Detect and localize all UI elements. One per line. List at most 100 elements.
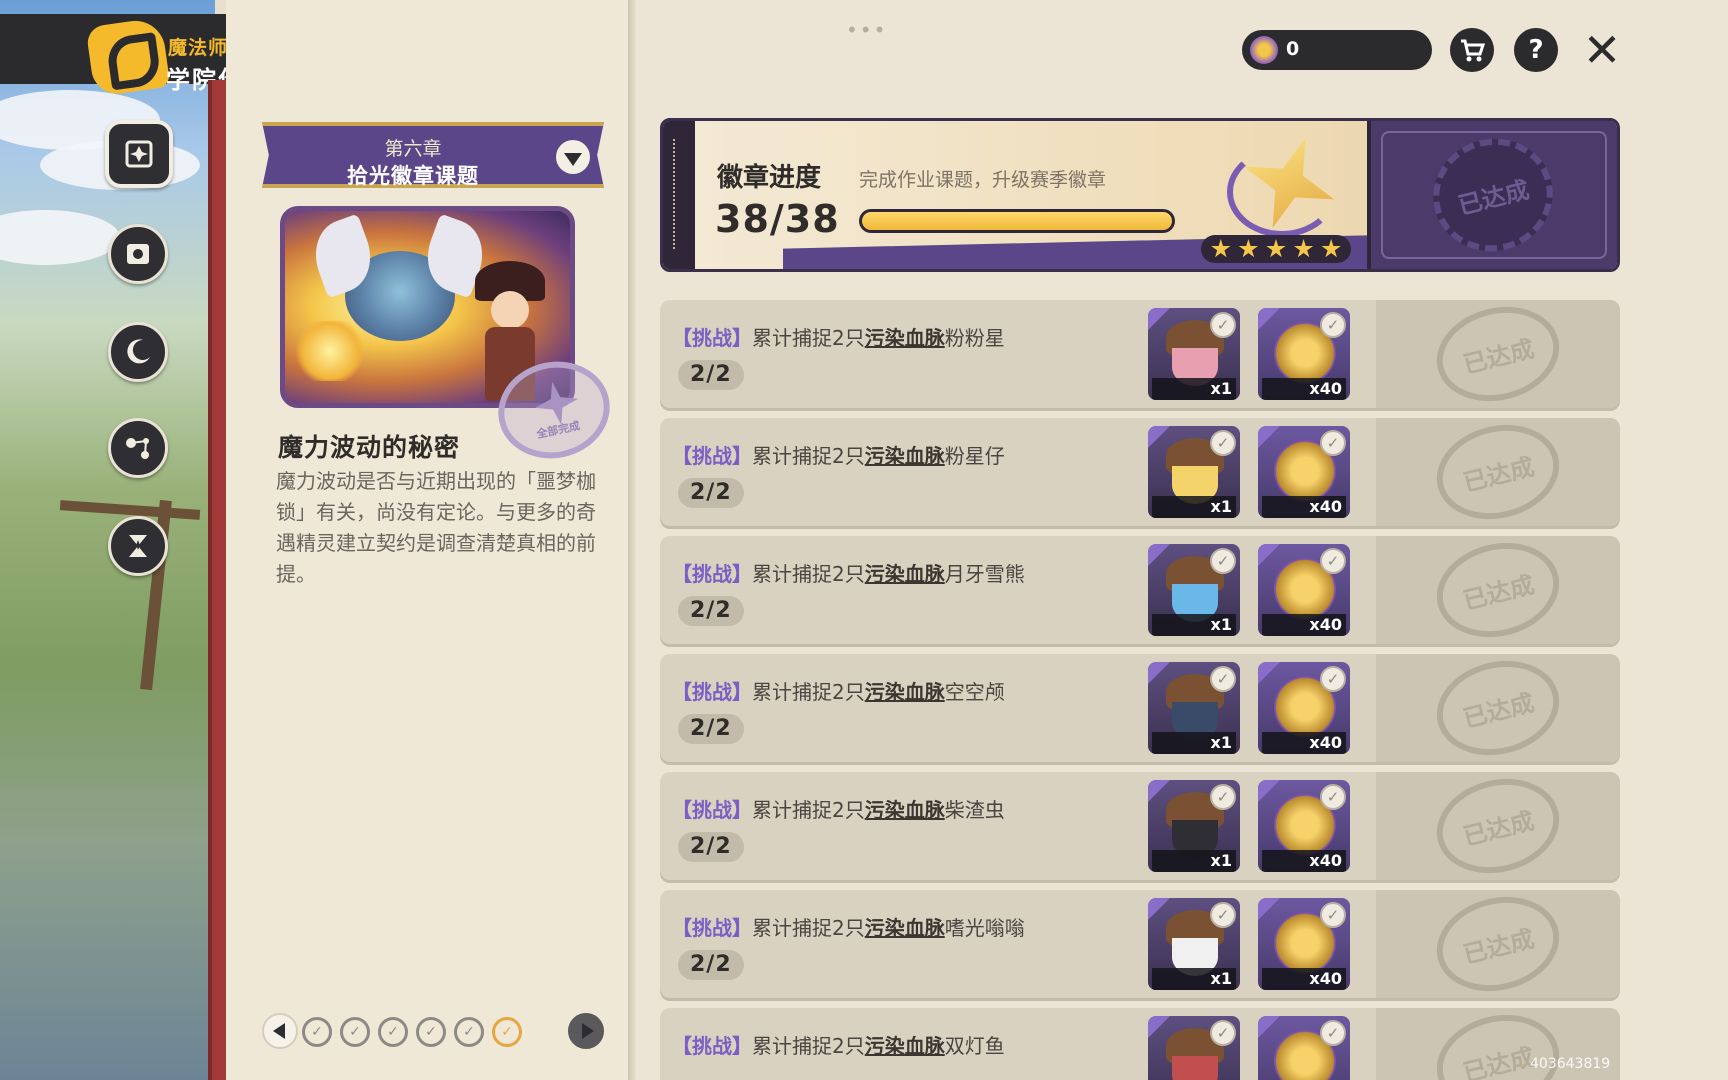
- badge-reward-slot[interactable]: 已达成: [1367, 121, 1617, 269]
- task-prefix: 累计捕捉2只: [752, 444, 865, 468]
- check-icon: ✓: [1210, 666, 1236, 692]
- badge-progress-fill: [862, 212, 1172, 230]
- badge-book-icon: [125, 140, 153, 168]
- task-tag: 【挑战】: [672, 326, 752, 350]
- task-progress: 2/2: [678, 360, 744, 390]
- nav-star-hourglass[interactable]: [108, 516, 168, 576]
- reward-coin[interactable]: ✓ x40: [1258, 898, 1350, 990]
- page-dot-check-icon[interactable]: ✓: [378, 1017, 408, 1047]
- chevron-down-icon[interactable]: [556, 140, 590, 174]
- task-status-area: 已达成: [1376, 294, 1620, 414]
- reward-acorn[interactable]: ✓ x1: [1148, 544, 1240, 636]
- logo-icon: [85, 17, 171, 97]
- page-dot-check-icon[interactable]: ✓: [416, 1017, 446, 1047]
- task-tag: 【挑战】: [672, 916, 752, 940]
- constellation-icon: [126, 438, 149, 459]
- reward-quantity: x40: [1262, 732, 1346, 754]
- badge-progress-count: 38/38: [715, 197, 840, 241]
- achieved-stamp-label: 已达成: [1460, 924, 1537, 969]
- task-tag: 【挑战】: [672, 562, 752, 586]
- reward-coin[interactable]: ✓ x40: [1258, 780, 1350, 872]
- shop-button[interactable]: [1450, 28, 1494, 72]
- page-dot-check-icon[interactable]: ✓: [340, 1017, 370, 1047]
- chapter-pager: ✓ ✓ ✓ ✓ ✓ ✓: [262, 1013, 612, 1053]
- achieved-stamp-label: 已达成: [1460, 688, 1537, 733]
- task-prefix: 累计捕捉2只: [752, 916, 865, 940]
- reward-coin[interactable]: ✓ x40: [1258, 662, 1350, 754]
- nav-star-moon[interactable]: [108, 322, 168, 382]
- achieved-stamp-label: 已达成: [1460, 1042, 1537, 1080]
- book-spine: [208, 80, 226, 1080]
- prev-page-button[interactable]: [262, 1013, 298, 1049]
- task-tag: 【挑战】: [672, 1034, 752, 1058]
- task-title: 【挑战】累计捕捉2只污染血脉空空颅: [672, 676, 1005, 705]
- reward-acorn[interactable]: ✓ x1: [1148, 308, 1240, 400]
- task-row[interactable]: 【挑战】累计捕捉2只污染血脉柴渣虫 2/2 ✓ x1 ✓ x40 已达成: [660, 766, 1620, 886]
- check-icon: ✓: [1320, 784, 1346, 810]
- achieved-stamp: 已达成: [1426, 530, 1570, 650]
- task-target: 月牙雪熊: [944, 562, 1025, 586]
- help-icon: ?: [1528, 35, 1544, 65]
- task-target: 双灯鱼: [944, 1034, 1005, 1058]
- reward-acorn[interactable]: ✓ x1: [1148, 426, 1240, 518]
- reward-quantity: x40: [1262, 614, 1346, 636]
- task-prefix: 累计捕捉2只: [752, 798, 865, 822]
- star-moon-icon: [127, 339, 150, 364]
- all-complete-label: 全部完成: [535, 419, 582, 441]
- task-row[interactable]: 【挑战】累计捕捉2只污染血脉双灯鱼 ✓ ✓ 已达成: [660, 1002, 1620, 1080]
- chapter-selector[interactable]: 第六章 拾光徽章课题: [262, 122, 604, 188]
- star-icon: [1238, 239, 1258, 258]
- reward-quantity: x40: [1262, 378, 1346, 400]
- page-dot-check-icon[interactable]: ✓: [302, 1017, 332, 1047]
- reward-quantity: x1: [1152, 968, 1236, 990]
- task-title: 【挑战】累计捕捉2只污染血脉嗜光嗡嗡: [672, 912, 1025, 941]
- task-prefix: 累计捕捉2只: [752, 326, 865, 350]
- task-row[interactable]: 【挑战】累计捕捉2只污染血脉空空颅 2/2 ✓ x1 ✓ x40 已达成: [660, 648, 1620, 768]
- reward-quantity: x1: [1152, 850, 1236, 872]
- task-tag: 【挑战】: [672, 798, 752, 822]
- nav-constellation[interactable]: [108, 418, 168, 478]
- reward-coin[interactable]: ✓: [1258, 1016, 1350, 1080]
- reward-quantity: x1: [1152, 496, 1236, 518]
- achieved-seal-label: 已达成: [1455, 175, 1532, 220]
- reward-acorn[interactable]: ✓: [1148, 1016, 1240, 1080]
- task-row[interactable]: 【挑战】累计捕捉2只污染血脉粉粉星 2/2 ✓ x1 ✓ x40 已达成: [660, 294, 1620, 414]
- task-row[interactable]: 【挑战】累计捕捉2只污染血脉嗜光嗡嗡 2/2 ✓ x1 ✓ x40 已达成: [660, 884, 1620, 1004]
- star-icon: [1293, 239, 1314, 258]
- achieved-stamp: 已达成: [1426, 884, 1570, 1004]
- task-row[interactable]: 【挑战】累计捕捉2只污染血脉粉星仔 2/2 ✓ x1 ✓ x40 已达成: [660, 412, 1620, 532]
- nav-book[interactable]: [108, 224, 168, 284]
- page-dot-current-icon[interactable]: ✓: [492, 1017, 522, 1047]
- reward-coin[interactable]: ✓ x40: [1258, 544, 1350, 636]
- nav-homework[interactable]: [105, 120, 173, 188]
- close-button[interactable]: ✕: [1580, 23, 1624, 77]
- reward-acorn[interactable]: ✓ x1: [1148, 662, 1240, 754]
- check-icon: ✓: [1320, 312, 1346, 338]
- chapter-title: 拾光徽章课题: [347, 164, 479, 188]
- drag-handle[interactable]: •••: [846, 18, 887, 42]
- task-tag: 【挑战】: [672, 444, 752, 468]
- help-button[interactable]: ?: [1514, 28, 1558, 72]
- task-title: 【挑战】累计捕捉2只污染血脉柴渣虫: [672, 794, 1005, 823]
- achieved-stamp: 已达成: [1426, 412, 1570, 532]
- star-icon: [1266, 239, 1286, 258]
- coin-value: 0: [1286, 38, 1300, 60]
- page-dot-check-icon[interactable]: ✓: [454, 1017, 484, 1047]
- reward-acorn[interactable]: ✓ x1: [1148, 780, 1240, 872]
- chapter-number: 第六章: [384, 138, 442, 160]
- next-page-button[interactable]: [568, 1013, 604, 1049]
- check-icon: ✓: [1320, 430, 1346, 456]
- task-status-area: 已达成: [1376, 530, 1620, 650]
- achieved-stamp-label: 已达成: [1460, 334, 1537, 379]
- reward-coin[interactable]: ✓ x40: [1258, 308, 1350, 400]
- coin-icon: [1250, 36, 1278, 64]
- reward-coin[interactable]: ✓ x40: [1258, 426, 1350, 518]
- task-status-area: 已达成: [1376, 412, 1620, 532]
- task-progress: 2/2: [678, 596, 744, 626]
- reward-acorn[interactable]: ✓ x1: [1148, 898, 1240, 990]
- task-status-area: 已达成: [1376, 648, 1620, 768]
- coin-counter: 0: [1242, 30, 1432, 70]
- task-target: 空空颅: [944, 680, 1005, 704]
- task-row[interactable]: 【挑战】累计捕捉2只污染血脉月牙雪熊 2/2 ✓ x1 ✓ x40 已达成: [660, 530, 1620, 650]
- task-progress: 2/2: [678, 714, 744, 744]
